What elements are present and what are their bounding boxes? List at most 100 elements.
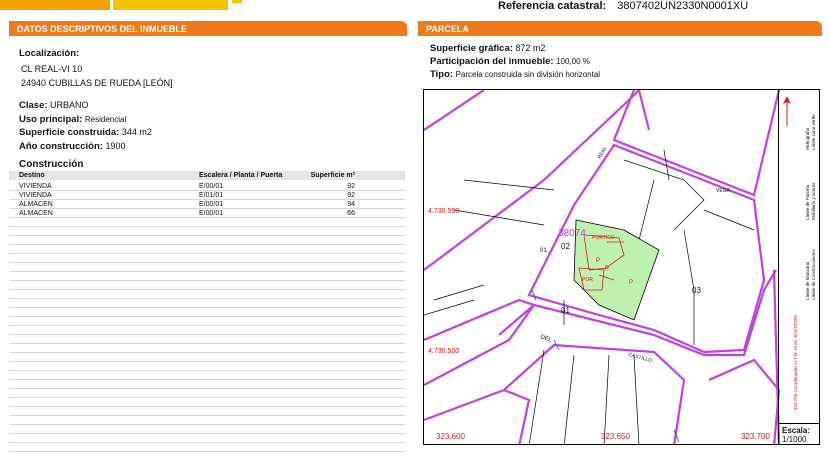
cell-destino: ALMACEN <box>19 210 53 217</box>
cadastral-reference: Referencia catastral: 3807402UN2330N0001… <box>498 0 748 12</box>
empty-table-row <box>9 290 405 299</box>
coord-n-bottom: 4.730.500 <box>428 348 460 355</box>
empty-table-row <box>9 380 405 389</box>
cell-escalera: E/00/01 <box>199 183 224 190</box>
construction-title: Construcción <box>19 159 84 170</box>
coord-e-left: 323.600 <box>436 432 465 441</box>
built-area-label: Superficie construida: <box>19 127 120 138</box>
participation-value: 100,00 % <box>556 57 590 66</box>
cell-superficie: 92 <box>347 192 355 199</box>
empty-table-row <box>9 344 405 353</box>
logo-band-right <box>113 0 228 10</box>
label-parcel-03: 03 <box>692 286 701 295</box>
empty-table-row <box>9 281 405 290</box>
graphic-area-label: Superficie gráfica: <box>430 43 513 54</box>
cell-escalera: E/00/01 <box>199 210 224 217</box>
parcel-id: 38074 <box>558 228 586 239</box>
ref-value: 3807402UN2330N0001XU <box>617 0 749 12</box>
label-parcel-01: 01 <box>561 306 570 315</box>
empty-table-row <box>9 236 405 245</box>
label-p2: P <box>629 280 634 286</box>
built-area-value: 344 m2 <box>121 127 152 137</box>
empty-table-row <box>9 326 405 335</box>
legend-hydrography: Hidrografía <box>805 127 810 150</box>
logo-band-small <box>232 0 242 3</box>
cadastral-map[interactable]: 4.730.550 4.730.500 323.600 323.650 323.… <box>423 89 820 445</box>
empty-table-row <box>9 218 405 227</box>
north-arrow-icon <box>783 96 791 126</box>
empty-table-row <box>9 227 405 236</box>
empty-table-row <box>9 398 405 407</box>
empty-table-row <box>9 416 405 425</box>
empty-table-row <box>9 371 405 380</box>
empty-table-row <box>9 335 405 344</box>
scale-value: 1/1000 <box>782 435 807 444</box>
label-portico: PORTICO <box>592 235 615 241</box>
built-area-row: Superficie construida: 344 m2 <box>19 127 152 138</box>
map-scale: Escala: 1/1000 <box>778 423 820 445</box>
section-header-descriptive: DATOS DESCRIPTIVOS DEL INMUEBLE <box>9 21 407 36</box>
cell-destino: VIVIENDA <box>19 192 52 199</box>
table-header: Destino Escalera / Planta / Puerta Super… <box>9 171 405 180</box>
section-header-parcel: PARCELA <box>418 21 822 36</box>
year-value: 1900 <box>105 141 126 151</box>
use-row: Uso principal: Residencial <box>19 114 126 125</box>
cell-destino: ALMACEN <box>19 201 53 208</box>
legend-construction-limit: Límite de Construcciones <box>811 249 816 300</box>
empty-table-row <box>9 443 405 452</box>
empty-table-row <box>9 263 405 272</box>
use-label: Uso principal: <box>19 114 83 125</box>
class-row: Clase: URBANO <box>19 100 89 111</box>
empty-table-row <box>9 245 405 254</box>
label-por: POR <box>582 277 593 283</box>
table-row: ALMACEN E/00/01 94 <box>9 200 405 209</box>
coord-e-right: 323.700 <box>741 432 770 441</box>
class-label: Clase: <box>19 100 48 111</box>
table-row: VIVIENDA E/01/01 92 <box>9 191 405 200</box>
coord-n-top: 4.730.550 <box>428 208 460 215</box>
label-p1: P <box>596 258 601 264</box>
table-row: VIVIENDA E/00/01 92 <box>9 182 405 191</box>
class-value: URBANO <box>50 100 89 110</box>
parcel-code: 02 <box>561 242 570 251</box>
logo-band-left <box>0 0 110 10</box>
col-superficie: Superficie m² <box>310 172 355 179</box>
scale-label: Escala: <box>782 426 811 435</box>
label-p3: P <box>605 266 610 272</box>
ref-label: Referencia catastral: <box>498 0 607 12</box>
col-destino: Destino <box>19 172 45 179</box>
participation-row: Participación del inmueble: 100,00 % <box>430 56 590 67</box>
legend-coords-note: 323.700 Coordenadas U.T.M. Huso 30 ETRS8… <box>793 314 798 410</box>
empty-table-row <box>9 407 405 416</box>
coord-e-mid: 323.650 <box>601 432 630 441</box>
empty-table-row <box>9 272 405 281</box>
type-label: Tipo: <box>430 69 454 80</box>
address-line-2: 24940 CUBILLAS DE RUEDA [LEÓN] <box>21 78 173 88</box>
cell-superficie: 92 <box>347 183 355 190</box>
graphic-area-row: Superficie gráfica: 872 m2 <box>430 43 545 54</box>
empty-table-row <box>9 308 405 317</box>
label-parcel-01b: 01 <box>540 248 547 254</box>
type-value: Parcela construida sin división horizont… <box>455 70 601 79</box>
construction-table: Destino Escalera / Planta / Puerta Super… <box>9 171 405 460</box>
use-value: Residencial <box>84 115 127 124</box>
legend-block-limit: Límite de Manzana <box>805 261 810 300</box>
empty-table-row <box>9 425 405 434</box>
empty-table-row <box>9 353 405 362</box>
cell-superficie: 66 <box>347 210 355 217</box>
table-row: ALMACEN E/00/01 66 <box>9 209 405 218</box>
legend-sidewalks: Mobiliario y aceras <box>811 182 816 220</box>
year-row: Año construcción: 1900 <box>19 141 125 152</box>
address-line-1: CL REAL-VI 10 <box>21 64 83 74</box>
empty-table-row <box>9 254 405 263</box>
cell-escalera: E/01/01 <box>199 192 224 199</box>
type-row: Tipo: Parcela construida sin división ho… <box>430 69 600 80</box>
location-label: Localización: <box>19 48 80 59</box>
map-legend: 323.700 Coordenadas U.T.M. Huso 30 ETRS8… <box>778 90 819 423</box>
legend-parcel-limit: Límite de Parcela <box>805 184 810 220</box>
col-escalera: Escalera / Planta / Puerta <box>199 172 283 179</box>
empty-table-row <box>9 452 405 460</box>
empty-table-row <box>9 389 405 398</box>
empty-table-row <box>9 362 405 371</box>
map-drawing <box>424 90 781 444</box>
